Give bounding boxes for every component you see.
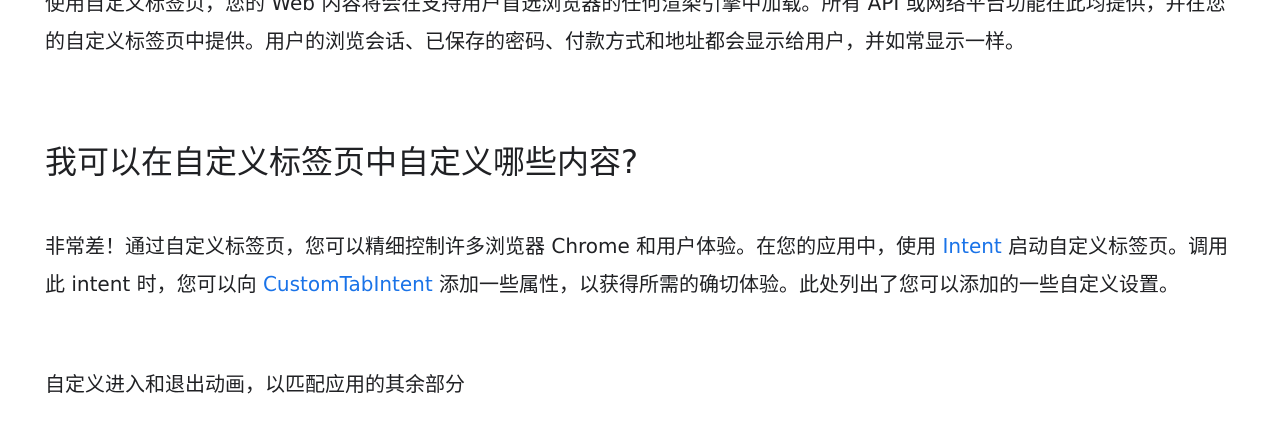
intent-link[interactable]: Intent xyxy=(943,234,1002,258)
list-item: 自定义进入和退出动画，以匹配应用的其余部分 xyxy=(45,372,465,396)
paragraph-text-part3: 添加一些属性，以获得所需的确切体验。此处列出了您可以添加的一些自定义设置。 xyxy=(432,272,1180,296)
section-paragraph: 非常差！通过自定义标签页，您可以精细控制许多浏览器 Chrome 和用户体验。在… xyxy=(45,227,1240,303)
section-heading: 我可以在自定义标签页中自定义哪些内容? xyxy=(45,143,638,181)
article-content: 使用自定义标签页，您的 Web 内容将会在支持用户首选浏览器的任何渲染引擎中加载… xyxy=(45,0,1240,396)
intro-paragraph: 使用自定义标签页，您的 Web 内容将会在支持用户首选浏览器的任何渲染引擎中加载… xyxy=(45,0,1226,53)
paragraph-text-part1: 非常差！通过自定义标签页，您可以精细控制许多浏览器 Chrome 和用户体验。在… xyxy=(45,234,943,258)
customtabintent-link[interactable]: CustomTabIntent xyxy=(263,272,433,296)
